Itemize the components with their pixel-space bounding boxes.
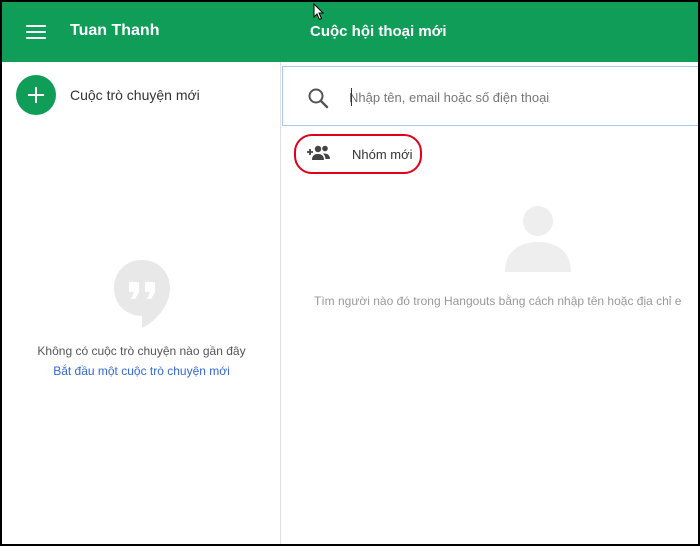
person-icon (505, 206, 571, 272)
new-group-button[interactable]: Nhóm mới (294, 134, 422, 174)
hangouts-logo-icon (113, 260, 170, 328)
search-hint: Tìm người nào đó trong Hangouts bằng các… (314, 294, 682, 308)
mouse-cursor-icon (313, 3, 325, 21)
conversation-title: Cuộc hội thoại mới (310, 23, 447, 40)
new-chat-label: Cuộc trò chuyện mới (70, 87, 200, 103)
add-group-icon (307, 145, 330, 160)
search-box (282, 66, 698, 126)
hangouts-window: Tuan Thanh Cuộc hội thoại mới Cuộc trò c… (2, 2, 698, 544)
menu-icon[interactable] (22, 20, 50, 44)
new-group-label: Nhóm mới (352, 147, 413, 162)
conversation-list-panel: Cuộc trò chuyện mới Không có cuộc trò ch… (2, 62, 281, 544)
empty-state: Không có cuộc trò chuyện nào gần đây Bắt… (2, 258, 281, 378)
start-conversation-link[interactable]: Bắt đầu một cuộc trò chuyện mới (2, 364, 281, 378)
add-icon[interactable] (16, 75, 56, 115)
account-name: Tuan Thanh (70, 22, 160, 39)
top-app-bar: Tuan Thanh Cuộc hội thoại mới (2, 2, 698, 62)
empty-message: Không có cuộc trò chuyện nào gần đây (37, 344, 246, 358)
search-icon (308, 88, 329, 109)
new-chat-button[interactable]: Cuộc trò chuyện mới (16, 75, 266, 115)
text-caret (351, 88, 352, 106)
search-input[interactable] (349, 84, 689, 110)
new-conversation-panel: Nhóm mới Tìm người nào đó trong Hangouts… (282, 62, 698, 544)
